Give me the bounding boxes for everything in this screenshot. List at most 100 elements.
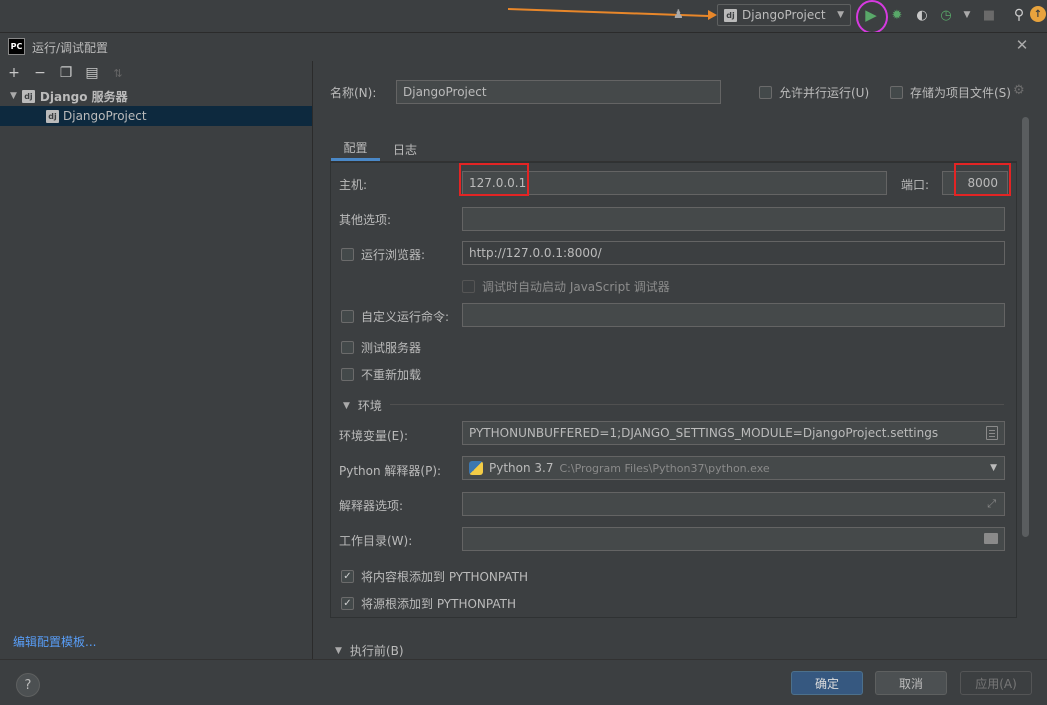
before-launch-section-toggle[interactable]: ▼ 执行前(B) xyxy=(335,642,404,659)
interpreter-options-label: 解释器选项: xyxy=(339,499,404,513)
tree-toolbar: + − ❐ ▤ ⇅ xyxy=(6,64,126,82)
copy-icon[interactable]: ❐ xyxy=(58,65,74,81)
run-browser-checkbox[interactable]: 运行浏览器: xyxy=(341,246,425,263)
add-source-roots-checkbox[interactable]: ✓ 将源根添加到 PYTHONPATH xyxy=(341,595,516,612)
js-debugger-label: 调试时自动启动 JavaScript 调试器 xyxy=(482,280,670,294)
checkbox-box xyxy=(462,280,475,293)
name-label: 名称(N): xyxy=(330,86,377,100)
run-config-selector[interactable]: dj DjangoProject ▼ xyxy=(717,4,851,26)
chevron-down-icon[interactable]: ▼ xyxy=(990,463,997,473)
help-button[interactable]: ? xyxy=(16,673,40,697)
config-tree-panel xyxy=(0,61,313,659)
allow-parallel-checkbox[interactable]: 允许并行运行(U) xyxy=(759,84,869,101)
environment-section-title: 环境 xyxy=(357,399,382,413)
browser-url-field[interactable]: http://127.0.0.1:8000/ xyxy=(462,241,1005,265)
run-browser-label: 运行浏览器: xyxy=(361,248,426,262)
store-as-file-checkbox[interactable]: 存储为项目文件(S) xyxy=(890,84,1011,101)
add-content-roots-label: 将内容根添加到 PYTHONPATH xyxy=(361,570,528,584)
chevron-down-icon: ▼ xyxy=(837,10,844,20)
interpreter-options-field[interactable]: ⤢ xyxy=(462,492,1005,516)
tree-node-label: DjangoProject xyxy=(63,109,147,123)
other-options-label: 其他选项: xyxy=(339,213,392,227)
no-reload-checkbox[interactable]: 不重新加载 xyxy=(341,366,421,383)
python-icon xyxy=(469,461,483,475)
add-content-roots-checkbox[interactable]: ✓ 将内容根添加到 PYTHONPATH xyxy=(341,568,528,585)
name-field[interactable]: DjangoProject xyxy=(396,80,721,104)
edit-templates-link[interactable]: 编辑配置模板... xyxy=(13,633,96,650)
workdir-label: 工作目录(W): xyxy=(339,534,413,548)
annotation-highlight-host xyxy=(459,163,529,196)
dialog-title: 运行/调试配置 xyxy=(32,41,109,55)
apply-button[interactable]: 应用(A) xyxy=(960,671,1032,695)
debug-icon[interactable]: ✹ xyxy=(888,6,906,24)
collapse-triangle-icon[interactable]: ▼ xyxy=(343,401,350,411)
tab-config[interactable]: 配置 xyxy=(331,137,380,161)
close-icon[interactable]: ✕ xyxy=(1014,36,1030,54)
tree-node-django-server[interactable]: ▼ dj Django 服务器 xyxy=(10,87,128,105)
tab-logs[interactable]: 日志 xyxy=(385,137,425,161)
custom-run-command-checkbox[interactable]: 自定义运行命令: xyxy=(341,308,449,325)
env-vars-label: 环境变量(E): xyxy=(339,429,408,443)
coverage-icon[interactable]: ◐ xyxy=(913,6,931,24)
checkbox-box-checked[interactable]: ✓ xyxy=(341,570,354,583)
ok-button[interactable]: 确定 xyxy=(791,671,863,695)
expand-triangle-icon[interactable]: ▼ xyxy=(10,91,17,101)
checkbox-box[interactable] xyxy=(341,341,354,354)
other-options-field[interactable] xyxy=(462,207,1005,231)
user-icon[interactable]: ♟ xyxy=(673,7,687,21)
run-icon[interactable]: ▶ xyxy=(860,4,882,26)
stop-icon[interactable]: ■ xyxy=(980,6,998,24)
interpreter-name: Python 3.7 xyxy=(489,461,554,475)
env-vars-field[interactable]: PYTHONUNBUFFERED=1;DJANGO_SETTINGS_MODUL… xyxy=(462,421,1005,445)
expand-icon[interactable]: ⤢ xyxy=(987,497,996,511)
allow-parallel-label: 允许并行运行(U) xyxy=(779,86,870,100)
checkbox-box[interactable] xyxy=(341,248,354,261)
tree-node-label: Django 服务器 xyxy=(39,89,128,104)
js-debugger-checkbox: 调试时自动启动 JavaScript 调试器 xyxy=(462,278,670,295)
add-icon[interactable]: + xyxy=(6,65,22,81)
collapse-triangle-icon[interactable]: ▼ xyxy=(335,646,342,656)
annotation-arrow-head xyxy=(708,10,717,20)
env-vars-value: PYTHONUNBUFFERED=1;DJANGO_SETTINGS_MODUL… xyxy=(469,426,939,440)
checkbox-box-checked[interactable]: ✓ xyxy=(341,597,354,610)
checkbox-box[interactable] xyxy=(341,368,354,381)
interpreter-path: C:\Program Files\Python37\python.exe xyxy=(559,461,770,475)
new-folder-icon[interactable]: ▤ xyxy=(84,65,100,81)
interpreter-select[interactable]: Python 3.7 C:\Program Files\Python37\pyt… xyxy=(462,456,1005,480)
tree-node-djangoproject[interactable]: dj DjangoProject xyxy=(46,107,147,125)
gear-icon[interactable]: ⚙ xyxy=(1013,83,1025,98)
store-as-file-label: 存储为项目文件(S) xyxy=(910,86,1011,100)
django-icon: dj xyxy=(724,8,737,22)
interpreter-label: Python 解释器(P): xyxy=(339,464,442,478)
remove-icon[interactable]: − xyxy=(32,65,48,81)
checkbox-box[interactable] xyxy=(890,86,903,99)
bottom-divider xyxy=(0,659,1047,660)
annotation-highlight-port xyxy=(954,163,1011,196)
checkbox-box[interactable] xyxy=(759,86,772,99)
port-label: 端口: xyxy=(901,178,930,192)
checkbox-box[interactable] xyxy=(341,310,354,323)
environment-section-toggle[interactable]: ▼ 环境 xyxy=(343,397,382,414)
host-label: 主机: xyxy=(339,178,368,192)
list-icon[interactable] xyxy=(986,426,998,440)
pycharm-logo-icon: PC xyxy=(8,38,25,55)
section-divider xyxy=(390,404,1004,405)
cancel-button[interactable]: 取消 xyxy=(875,671,947,695)
test-server-checkbox[interactable]: 测试服务器 xyxy=(341,339,421,356)
profile-icon[interactable]: ◷ xyxy=(937,6,955,24)
update-icon[interactable]: ↑ xyxy=(1030,6,1046,22)
add-source-roots-label: 将源根添加到 PYTHONPATH xyxy=(361,597,516,611)
django-icon: dj xyxy=(21,89,35,103)
profile-menu-chevron-icon[interactable]: ▼ xyxy=(958,6,976,24)
sort-icon[interactable]: ⇅ xyxy=(110,67,126,80)
run-config-name: DjangoProject xyxy=(742,8,826,22)
no-reload-label: 不重新加载 xyxy=(361,368,422,382)
django-icon: dj xyxy=(46,109,59,123)
folder-icon[interactable] xyxy=(984,533,998,544)
workdir-field[interactable] xyxy=(462,527,1005,551)
search-icon[interactable]: ⚲ xyxy=(1010,6,1028,24)
scrollbar-thumb[interactable] xyxy=(1022,117,1029,537)
before-launch-title: 执行前(B) xyxy=(349,644,404,658)
test-server-label: 测试服务器 xyxy=(361,341,422,355)
custom-run-command-field[interactable] xyxy=(462,303,1005,327)
